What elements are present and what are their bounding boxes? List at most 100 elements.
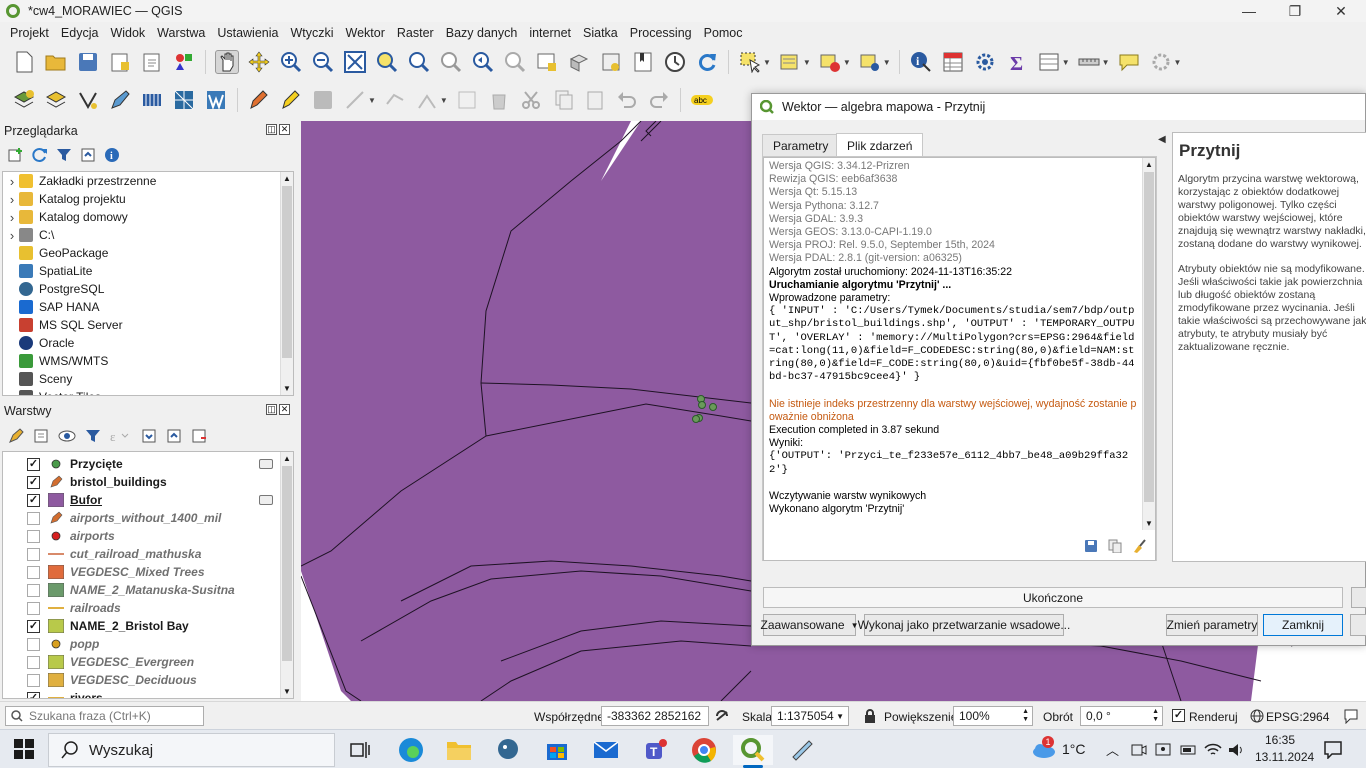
restore-button[interactable]: ❐ (1272, 0, 1318, 22)
globe-icon[interactable] (1250, 709, 1264, 723)
minimize-button[interactable]: — (1226, 0, 1272, 22)
locator-search-input[interactable]: Szukana fraza (Ctrl+K) (5, 706, 204, 726)
tab-log[interactable]: Plik zdarzeń (836, 133, 924, 157)
layer-visibility-checkbox[interactable] (27, 511, 40, 525)
layer-visibility-checkbox[interactable] (27, 637, 40, 651)
add-mesh-icon[interactable] (172, 88, 196, 112)
style-manager-icon[interactable] (172, 50, 196, 74)
new-3d-view-icon[interactable] (567, 50, 591, 74)
expand-arrow-icon[interactable]: › (5, 228, 19, 243)
windows-start-icon[interactable] (14, 739, 34, 759)
layer-item[interactable]: ✓ NAME_2_Bristol Bay (3, 617, 281, 635)
new-map-view-icon[interactable] (535, 50, 559, 74)
collapse-help-icon[interactable]: ◀ (1158, 134, 1166, 145)
expand-arrow-icon[interactable]: › (5, 174, 19, 189)
layer-item[interactable]: NAME_2_Matanuska-Susitna (3, 581, 281, 599)
menu-item-wtyczki[interactable]: Wtyczki (284, 26, 339, 40)
filter-expression-icon[interactable]: ε (110, 428, 132, 444)
layer-item[interactable]: ✓ rivers (3, 689, 281, 698)
chevron-up-icon[interactable]: ︿ (1106, 740, 1119, 759)
menu-item-warstwa[interactable]: Warstwa (151, 26, 211, 40)
delete-selected-icon[interactable] (487, 88, 511, 112)
rotation-field[interactable]: 0,0 ° ▲ ▼ (1080, 706, 1163, 726)
attribute-edit-icon[interactable] (455, 88, 479, 112)
teams-icon[interactable]: T (635, 735, 675, 765)
layer-item[interactable]: VEGDESC_Evergreen (3, 653, 281, 671)
data-source-manager-icon[interactable] (12, 88, 36, 112)
messages-icon[interactable] (1343, 708, 1359, 724)
label-tool-icon[interactable]: abc (690, 88, 714, 112)
browser-item[interactable]: MS SQL Server (3, 316, 281, 334)
undo-icon[interactable] (615, 88, 639, 112)
deselect-features-icon[interactable] (818, 50, 842, 74)
browser-scrollbar[interactable]: ▲ ▼ (280, 172, 293, 395)
menu-item-ustawienia[interactable]: Ustawienia (211, 26, 284, 40)
browser-item[interactable]: Vector Tiles (3, 388, 281, 395)
float-panel-button[interactable]: ◫ (266, 404, 277, 415)
temporal-controller-icon[interactable] (663, 50, 687, 74)
redo-icon[interactable] (647, 88, 671, 112)
browser-item[interactable]: GeoPackage (3, 244, 281, 262)
browser-item[interactable]: SAP HANA (3, 298, 281, 316)
add-wms-icon[interactable] (204, 88, 228, 112)
clock-date[interactable]: 13.11.2024 (1255, 750, 1314, 764)
refresh-icon[interactable] (695, 50, 719, 74)
attribute-table-menu-icon[interactable] (1037, 50, 1061, 74)
expand-arrow-icon[interactable]: › (5, 210, 19, 225)
layers-scrollbar[interactable]: ▲ ▼ (280, 452, 293, 698)
layer-item[interactable]: railroads (3, 599, 281, 617)
layer-visibility-checkbox[interactable] (27, 673, 40, 687)
log-text-area[interactable]: Wersja QGIS: 3.34.12-Prizren Rewizja QGIS… (763, 157, 1156, 561)
remove-layer-icon[interactable] (191, 428, 207, 444)
browser-item[interactable]: Oracle (3, 334, 281, 352)
identify-features-icon[interactable]: i (909, 50, 933, 74)
qgis-app-icon[interactable] (733, 735, 773, 768)
close-button[interactable]: ✕ (1318, 0, 1364, 22)
zoom-next-icon[interactable] (503, 50, 527, 74)
layer-item[interactable]: ✓ Bufor (3, 491, 281, 509)
paste-features-icon[interactable] (583, 88, 607, 112)
menu-item-raster[interactable]: Raster (391, 26, 440, 40)
pan-map-icon[interactable] (215, 50, 239, 74)
layer-visibility-checkbox[interactable]: ✓ (27, 619, 40, 633)
save-edits-icon[interactable] (311, 88, 335, 112)
browser-item[interactable]: › Katalog projektu (3, 190, 281, 208)
float-panel-button[interactable]: ◫ (266, 124, 277, 135)
select-features-icon[interactable] (738, 50, 762, 74)
layer-item[interactable]: ✓ Przycięte (3, 455, 281, 473)
scale-field[interactable]: 1:1375054 ▼ (771, 706, 849, 726)
filter-icon[interactable] (56, 147, 72, 163)
weather-temperature[interactable]: 1°C (1062, 741, 1086, 757)
menu-item-pomoc[interactable]: Pomoc (698, 26, 749, 40)
zoom-to-layer-icon[interactable] (407, 50, 431, 74)
coordinate-field[interactable]: -383362 2852162 (601, 706, 709, 726)
layout-manager-icon[interactable] (140, 50, 164, 74)
layer-item[interactable]: airports_without_1400_mil (3, 509, 281, 527)
chrome-icon[interactable] (684, 735, 724, 765)
collapse-all-icon[interactable] (166, 428, 182, 444)
zoom-in-icon[interactable] (279, 50, 303, 74)
tab-parameters[interactable]: Parametry (762, 134, 840, 157)
close-panel-button[interactable]: ✕ (279, 404, 290, 415)
digitize-pen-icon[interactable] (108, 88, 132, 112)
log-scrollbar[interactable]: ▲ ▼ (1142, 158, 1155, 530)
menu-item-internet[interactable]: internet (523, 26, 577, 40)
add-group-icon[interactable] (33, 428, 49, 444)
magnifier-field[interactable]: 100% ▲ ▼ (953, 706, 1033, 726)
clock-time[interactable]: 16:35 (1265, 733, 1295, 747)
layer-visibility-checkbox[interactable]: ✓ (27, 457, 40, 471)
expand-arrow-icon[interactable]: › (5, 192, 19, 207)
advanced-button[interactable]: Zaawansowane ▼ (761, 614, 859, 636)
new-project-icon[interactable] (12, 50, 36, 74)
new-print-layout-icon[interactable] (108, 50, 132, 74)
add-feature-icon[interactable] (343, 88, 367, 112)
expand-all-icon[interactable] (141, 428, 157, 444)
copy-log-icon[interactable] (1108, 539, 1122, 553)
collapse-all-icon[interactable] (80, 147, 96, 163)
zoom-to-selection-icon[interactable] (375, 50, 399, 74)
info-icon[interactable]: i (104, 147, 120, 163)
refresh-icon[interactable] (32, 147, 48, 163)
zoom-out-icon[interactable] (311, 50, 335, 74)
settings-gear-icon[interactable] (1149, 50, 1173, 74)
layer-visibility-checkbox[interactable] (27, 655, 40, 669)
